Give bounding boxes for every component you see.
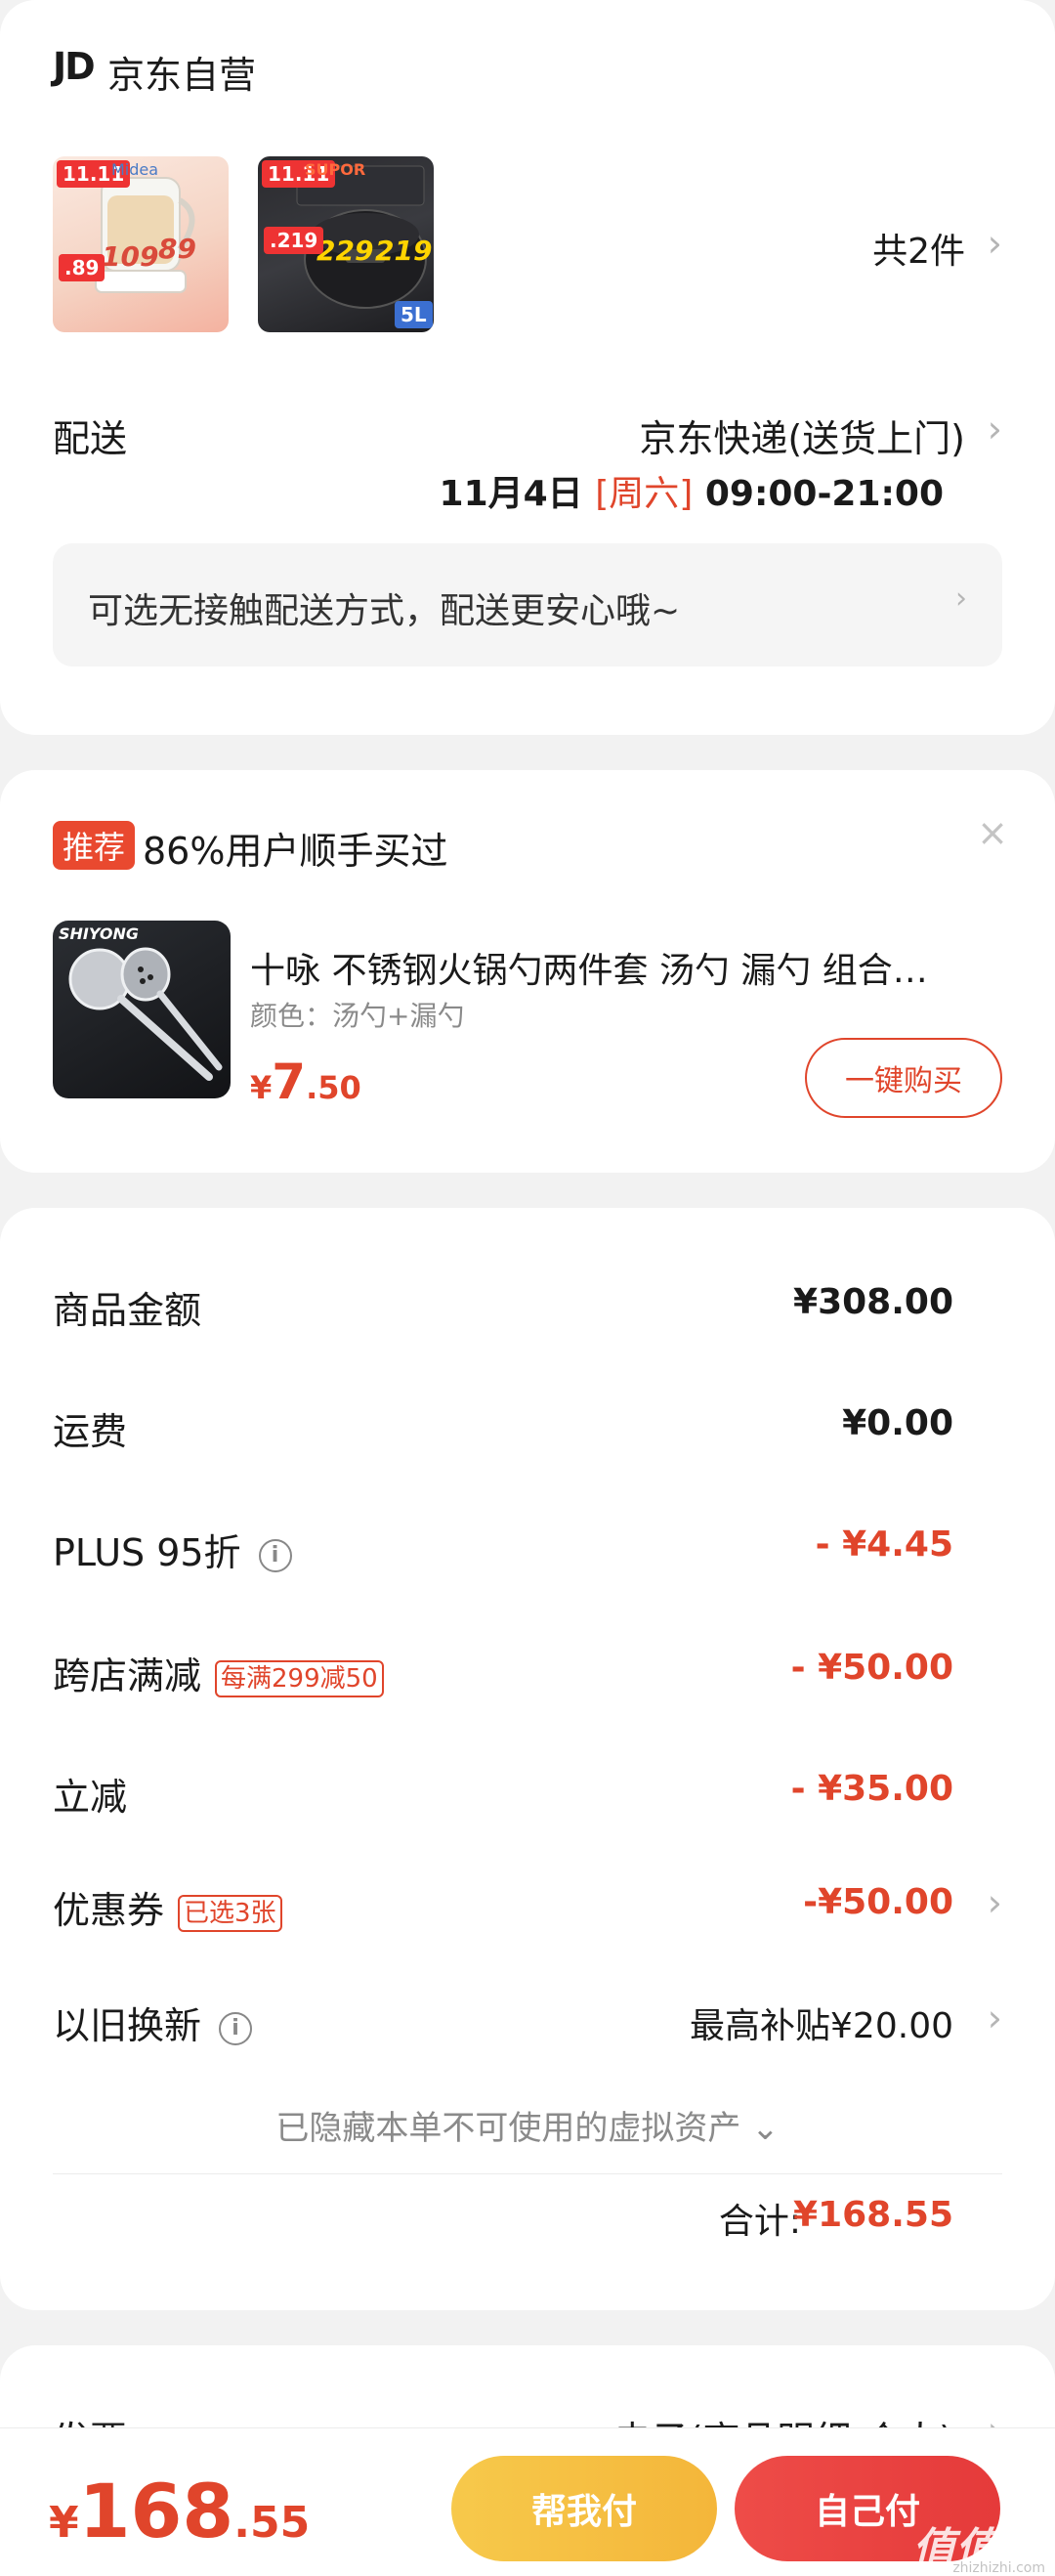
subtotal-label: 商品金额 [53, 1289, 202, 1332]
recommend-product-price: ¥7.50 [250, 1053, 361, 1110]
shipping-value: ¥0.00 [842, 1403, 953, 1443]
hidden-assets-toggle[interactable]: 已隐藏本单不可使用的虚拟资产 ⌄ [0, 2101, 1055, 2149]
total-label: 合计: [718, 2202, 801, 2242]
trade-in-label: 以旧换新 i [53, 1996, 253, 2049]
ladle-icon [68, 947, 223, 1081]
new-price-tag: 219 [375, 235, 433, 267]
brand-mark: Midea [111, 160, 159, 179]
watermark-url: zhizhizhi.com [952, 2560, 1045, 2576]
cross-store-discount-value: - ¥50.00 [790, 1648, 953, 1688]
price-summary-card: 商品金额 ¥308.00 运费 ¥0.00 PLUS 95折 i - ¥4.45 … [0, 1208, 1055, 2310]
contactless-text: 可选无接触配送方式，配送更安心哦~ [88, 591, 681, 631]
instant-discount-label: 立减 [53, 1776, 128, 1819]
price-integer: 7 [272, 1053, 307, 1110]
chevron-right-icon[interactable]: › [988, 1884, 1002, 1921]
plus-discount-label: PLUS 95折 i [53, 1523, 292, 1576]
info-icon[interactable]: i [219, 2011, 253, 2045]
chevron-right-icon: › [955, 581, 967, 616]
total-integer: 168 [78, 2468, 234, 2555]
brand-mark: SHIYONG [59, 924, 140, 943]
chevron-right-icon[interactable]: › [988, 1999, 1002, 2037]
delivery-label: 配送 [53, 417, 128, 460]
coupon-value[interactable]: -¥50.00 [803, 1882, 953, 1922]
delivery-weekday: [周六] [595, 474, 694, 514]
contactless-delivery-option[interactable]: 可选无接触配送方式，配送更安心哦~ › [53, 543, 1002, 666]
recommend-product-image[interactable]: SHIYONG [53, 921, 231, 1098]
close-icon[interactable]: × [977, 811, 1008, 854]
coupon-selected-badge: 已选3张 [178, 1894, 282, 1932]
divider [53, 2173, 1002, 2174]
chevron-right-icon[interactable]: › [988, 225, 1002, 262]
shipping-label: 运费 [53, 1410, 128, 1453]
cross-store-discount-label: 跨店满减 每满299减50 [53, 1646, 384, 1699]
delivery-hours: 09:00-21:00 [704, 474, 944, 514]
currency-symbol: ¥ [250, 1069, 273, 1106]
capacity-tag: 5L [395, 301, 433, 328]
checkout-bar: ¥168.55 帮我付 自己付 [0, 2427, 1055, 2576]
one-click-buy-button[interactable]: 一键购买 [805, 1038, 1002, 1118]
recommend-product-name[interactable]: 十咏 不锈钢火锅勺两件套 汤勺 漏勺 组合… [250, 942, 992, 993]
instant-discount-value: - ¥35.00 [790, 1769, 953, 1809]
recommend-product-variant: 颜色：汤勺+漏勺 [250, 1000, 465, 1032]
delivery-time[interactable]: 11月4日 [周六] 09:00-21:00 [440, 465, 944, 516]
coupon-label[interactable]: 优惠券 已选3张 [53, 1880, 282, 1934]
old-price-tag: 229 [316, 235, 374, 267]
old-price-tag: 109 [102, 240, 159, 273]
product-thumbnail-kettle[interactable]: 11.11 109 89 .89 Midea [53, 156, 229, 332]
info-icon[interactable]: i [258, 1538, 292, 1572]
trade-in-text: 以旧换新 [53, 2004, 202, 2047]
help-me-pay-button[interactable]: 帮我付 [451, 2456, 717, 2561]
delivery-date: 11月4日 [439, 474, 583, 514]
plus-discount-value: - ¥4.45 [815, 1524, 953, 1565]
recommend-title: 86%用户顺手买过 [143, 830, 448, 873]
jd-logo: JD [53, 45, 96, 88]
chevron-right-icon[interactable]: › [988, 410, 1002, 448]
delivery-method[interactable]: 京东快递(送货上门) [639, 408, 965, 462]
coupon-text: 优惠券 [53, 1889, 165, 1932]
brand-mark: SUPOR [305, 160, 366, 179]
total-decimal: .55 [233, 2498, 311, 2548]
new-price-tag: 89 [158, 233, 196, 265]
subtotal-value: ¥308.00 [793, 1282, 953, 1322]
store-name: 京东自营 [107, 54, 257, 97]
cross-store-discount-text: 跨店满减 [53, 1654, 202, 1697]
price-decimal: .50 [306, 1069, 361, 1106]
total-value: ¥168.55 [793, 2195, 953, 2235]
store-card: JD 京东自营 11.11 109 89 .89 Midea 11.11 229… [0, 0, 1055, 735]
item-count[interactable]: 共2件 [872, 223, 965, 274]
product-thumbnail-rice-cooker[interactable]: 11.11 229 219 .219 5L SUPOR [258, 156, 434, 332]
recommend-badge: 推荐 [53, 821, 136, 870]
recommendation-card: 推荐 86%用户顺手买过 × SHIYONG 十咏 不锈钢火锅勺两件套 汤勺 漏… [0, 770, 1055, 1173]
discount-rule-badge: 每满299减50 [215, 1659, 384, 1697]
currency-symbol: ¥ [49, 2498, 79, 2548]
plus-discount-text: PLUS 95折 [53, 1531, 241, 1574]
trade-in-value[interactable]: 最高补贴¥20.00 [690, 1997, 953, 2048]
price-label: .219 [264, 227, 324, 254]
price-label: .89 [59, 254, 106, 281]
checkout-total: ¥168.55 [49, 2468, 310, 2555]
